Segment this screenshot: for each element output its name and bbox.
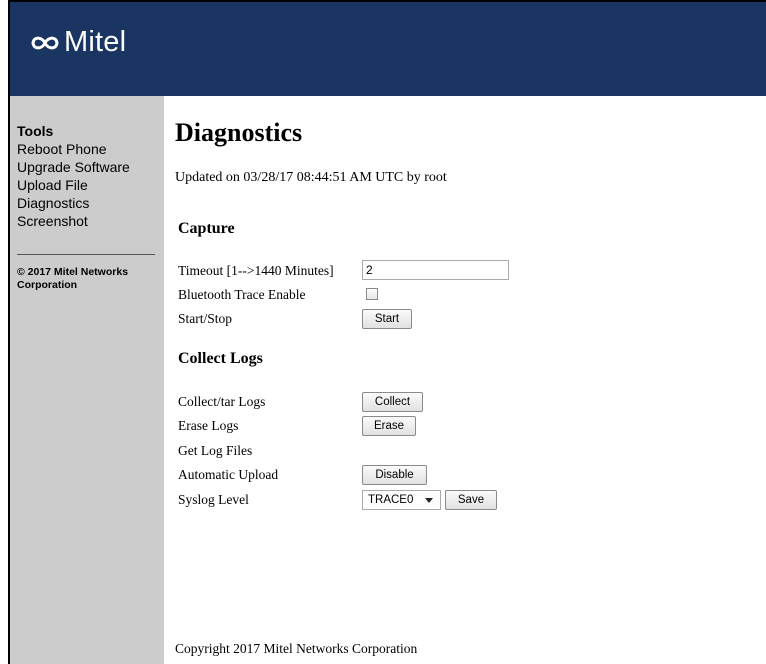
automatic-upload-label: Automatic Upload [178, 467, 279, 482]
brand-logo: Mitel [30, 26, 126, 59]
capture-heading: Capture [178, 220, 235, 237]
timeout-input[interactable]: 2 [362, 260, 509, 280]
timeout-label: Timeout [1-->1440 Minutes] [178, 263, 334, 278]
sidebar-item-screenshot[interactable]: Screenshot [17, 212, 130, 230]
syslog-level-select[interactable]: TRACE0 [362, 490, 441, 510]
disable-button[interactable]: Disable [362, 465, 427, 485]
sidebar-title: Tools [17, 123, 54, 139]
sidebar-item-upload-file[interactable]: Upload File [17, 176, 130, 194]
save-button[interactable]: Save [445, 490, 497, 510]
updated-status: Updated on 03/28/17 08:44:51 AM UTC by r… [175, 170, 447, 185]
start-button[interactable]: Start [362, 309, 412, 329]
brand-name: Mitel [64, 26, 127, 58]
dropdown-arrow-icon [425, 498, 433, 503]
get-log-files-label: Get Log Files [178, 443, 253, 458]
collect-logs-label: Collect/tar Logs [178, 394, 266, 409]
bluetooth-trace-checkbox[interactable] [366, 288, 378, 300]
sidebar-item-upgrade-software[interactable]: Upgrade Software [17, 158, 130, 176]
page-frame: Mitel Tools Reboot Phone Upgrade Softwar… [8, 0, 766, 664]
start-stop-label: Start/Stop [178, 311, 233, 326]
page-title: Diagnostics [175, 118, 303, 147]
sidebar-copyright: © 2017 Mitel Networks Corporation [17, 266, 129, 291]
main-content: Diagnostics Updated on 03/28/17 08:44:51… [175, 96, 766, 664]
footer-copyright: Copyright 2017 Mitel Networks Corporatio… [175, 641, 418, 656]
sidebar-item-diagnostics[interactable]: Diagnostics [17, 194, 130, 212]
sidebar-nav: Reboot Phone Upgrade Software Upload Fil… [17, 140, 130, 230]
collect-button[interactable]: Collect [362, 392, 423, 412]
bluetooth-trace-label: Bluetooth Trace Enable [178, 287, 306, 302]
header-bar: Mitel [10, 2, 766, 96]
syslog-level-label: Syslog Level [178, 492, 249, 507]
sidebar: Tools Reboot Phone Upgrade Software Uplo… [10, 96, 164, 664]
syslog-level-value: TRACE0 [368, 494, 414, 506]
erase-logs-label: Erase Logs [178, 418, 239, 433]
mitel-infinity-icon [31, 36, 59, 49]
collect-logs-heading: Collect Logs [178, 350, 263, 367]
sidebar-divider [17, 254, 155, 255]
erase-button[interactable]: Erase [362, 416, 416, 436]
sidebar-item-reboot-phone[interactable]: Reboot Phone [17, 140, 130, 158]
